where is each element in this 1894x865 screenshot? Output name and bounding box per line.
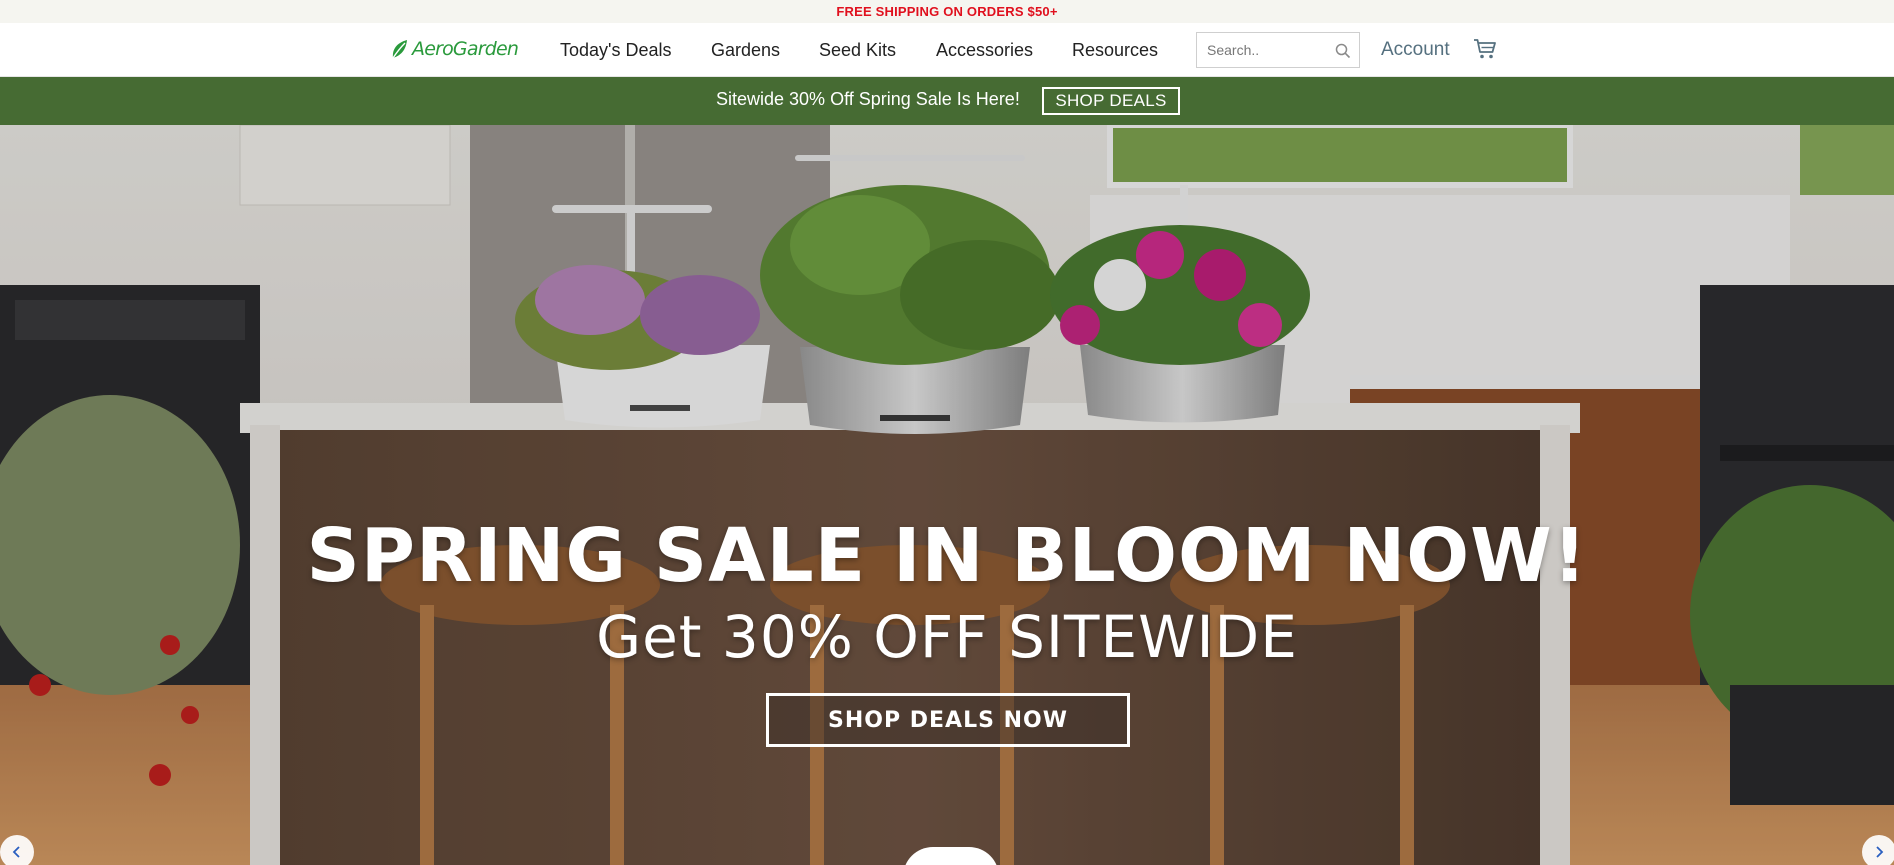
promo-text: FREE SHIPPING ON ORDERS $50+ (836, 4, 1058, 19)
sale-banner: Sitewide 30% Off Spring Sale Is Here! SH… (0, 77, 1894, 125)
shop-deals-now-button[interactable]: SHOP DEALS NOW (766, 693, 1130, 747)
nav-accessories[interactable]: Accessories (936, 40, 1033, 61)
hero-headline: SPRING SALE IN BLOOM NOW! (306, 513, 1588, 599)
hero-banner[interactable]: SPRING SALE IN BLOOM NOW! Get 30% OFF SI… (0, 125, 1894, 865)
search-input[interactable] (1197, 34, 1327, 66)
search-box (1196, 32, 1360, 68)
nav-seed-kits[interactable]: Seed Kits (819, 40, 896, 61)
logo[interactable]: AeroGarden (390, 37, 519, 61)
chevron-right-icon (1876, 846, 1884, 858)
chevron-left-icon (12, 846, 20, 858)
cart-icon[interactable] (1473, 37, 1497, 61)
carousel-prev-button[interactable] (0, 835, 34, 865)
shop-deals-button[interactable]: SHOP DEALS (1042, 87, 1180, 115)
nav-todays-deals[interactable]: Today's Deals (560, 40, 672, 61)
search-icon[interactable] (1335, 43, 1351, 59)
account-link[interactable]: Account (1381, 39, 1450, 61)
nav-resources[interactable]: Resources (1072, 40, 1158, 61)
nav-gardens[interactable]: Gardens (711, 40, 780, 61)
hero-kitchen-image (0, 125, 1894, 865)
hero-subheadline: Get 30% OFF SITEWIDE (596, 603, 1298, 671)
sale-banner-text: Sitewide 30% Off Spring Sale Is Here! (716, 89, 1020, 109)
logo-text: AeroGarden (412, 38, 519, 60)
site-header: AeroGarden Today's Deals Gardens Seed Ki… (0, 23, 1894, 77)
promo-strip: FREE SHIPPING ON ORDERS $50+ (0, 0, 1894, 23)
leaf-logo-icon (392, 40, 407, 59)
carousel-next-button[interactable] (1862, 835, 1894, 865)
